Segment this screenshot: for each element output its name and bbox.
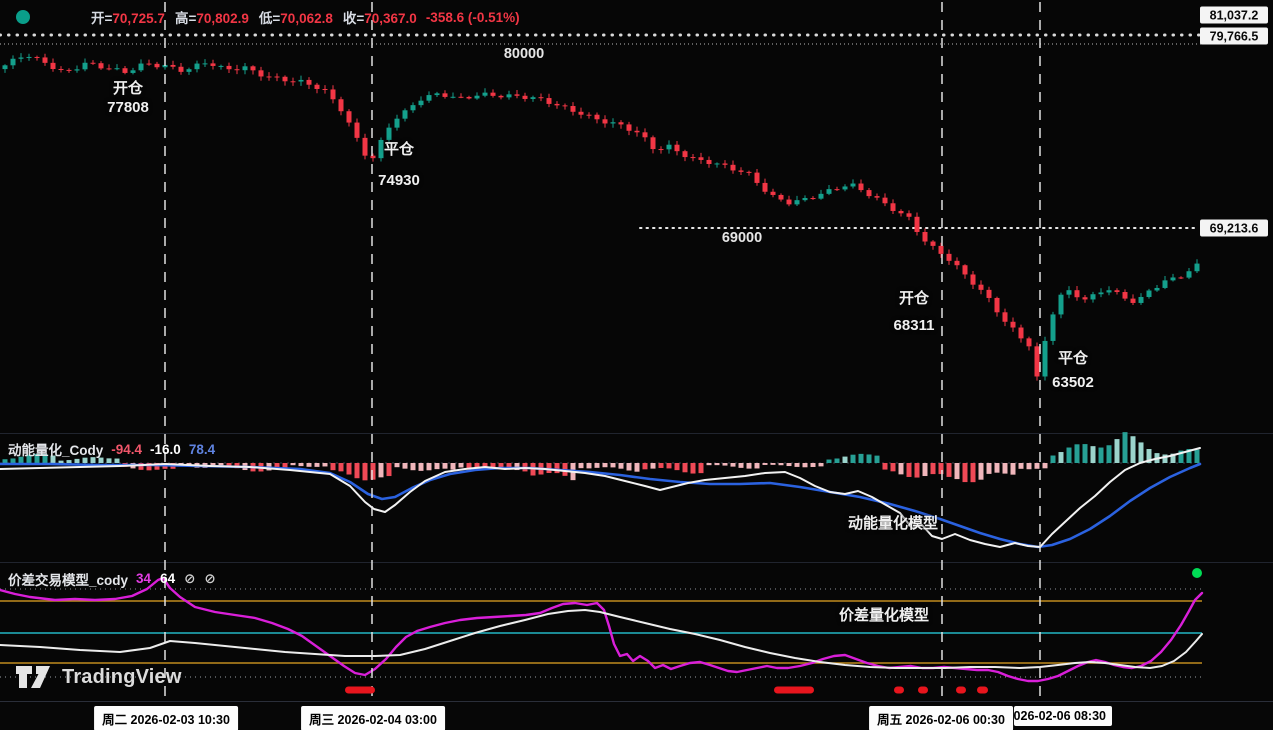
indicator-title: 价差交易模型_cody: [8, 569, 128, 589]
indicator-status-dot: [1192, 568, 1202, 578]
indicator-title: 动能量化_Cody: [8, 439, 103, 459]
time-axis-tag[interactable]: 周二 2026-02-03 10:30: [94, 706, 238, 730]
trade-marker-label: 平仓: [384, 138, 414, 159]
price-axis-tag[interactable]: 79,766.5: [1200, 28, 1268, 45]
ohlc-field: 开=70,725.7: [91, 7, 165, 27]
symbol-status-dot: [16, 10, 30, 24]
momentum-model-label: 动能量化模型: [848, 512, 938, 533]
indicator-value: -16.0: [150, 442, 181, 457]
ohlc-field: 高=70,802.9: [175, 7, 249, 27]
indicator-value: 34: [136, 571, 151, 587]
trade-marker-label: 平仓: [1058, 347, 1088, 368]
tradingview-logo-icon: [15, 664, 53, 690]
tradingview-chart-window: 开=70,725.7 高=70,802.9 低=70,062.8 收=70,367.0…: [0, 0, 1273, 730]
trade-marker-price: 63502: [1052, 374, 1094, 391]
trade-marker-price: 77808: [107, 99, 149, 116]
ohlc-field: 低=70,062.8: [259, 7, 333, 27]
ohlc-legend[interactable]: 开=70,725.7 高=70,802.9 低=70,062.8 收=70,367.0…: [16, 7, 520, 27]
spread-model-label: 价差量化模型: [839, 604, 929, 625]
momentum-panel-header[interactable]: 动能量化_Cody -94.4 -16.0 78.4: [8, 439, 215, 459]
price-change: -358.6 (-0.51%): [426, 10, 520, 25]
indicator-value: -94.4: [111, 442, 142, 457]
indicator-value: 64: [160, 571, 175, 587]
time-axis[interactable]: 周二 2026-02-03 10:30 周三 2026-02-04 03:00 周五…: [0, 701, 1273, 730]
time-axis-tag[interactable]: 2026-02-06 08:30: [1014, 706, 1112, 726]
time-axis-tag[interactable]: 周三 2026-02-04 03:00: [301, 706, 445, 730]
ohlc-field: 收=70,367.0: [343, 7, 417, 27]
ohlc-values: 开=70,725.7 高=70,802.9 低=70,062.8 收=70,367.0: [91, 7, 417, 27]
price-axis-tag[interactable]: 81,037.2: [1200, 7, 1268, 24]
time-axis-tag[interactable]: 周五 2026-02-06 00:30: [869, 706, 1013, 730]
indicator-value: ⊘: [184, 571, 195, 587]
tradingview-logo-text: TradingView: [62, 666, 182, 689]
horizontal-level-label: 80000: [504, 46, 544, 62]
indicator-values: 34 64 ⊘ ⊘: [136, 571, 216, 587]
trade-marker-label: 开仓: [113, 77, 143, 98]
trade-marker-price: 68311: [894, 317, 935, 334]
indicator-value: 78.4: [189, 442, 215, 457]
tradingview-watermark: TradingView: [15, 664, 182, 690]
trade-marker-label: 开仓: [899, 287, 929, 308]
price-axis-tag[interactable]: 69,213.6: [1200, 220, 1268, 237]
trade-marker-price: 74930: [378, 172, 420, 189]
indicator-values: -94.4 -16.0 78.4: [111, 442, 215, 457]
spread-panel-header[interactable]: 价差交易模型_cody 34 64 ⊘ ⊘: [8, 569, 216, 589]
indicator-value: ⊘: [204, 571, 215, 587]
horizontal-level-label: 69000: [722, 230, 762, 246]
